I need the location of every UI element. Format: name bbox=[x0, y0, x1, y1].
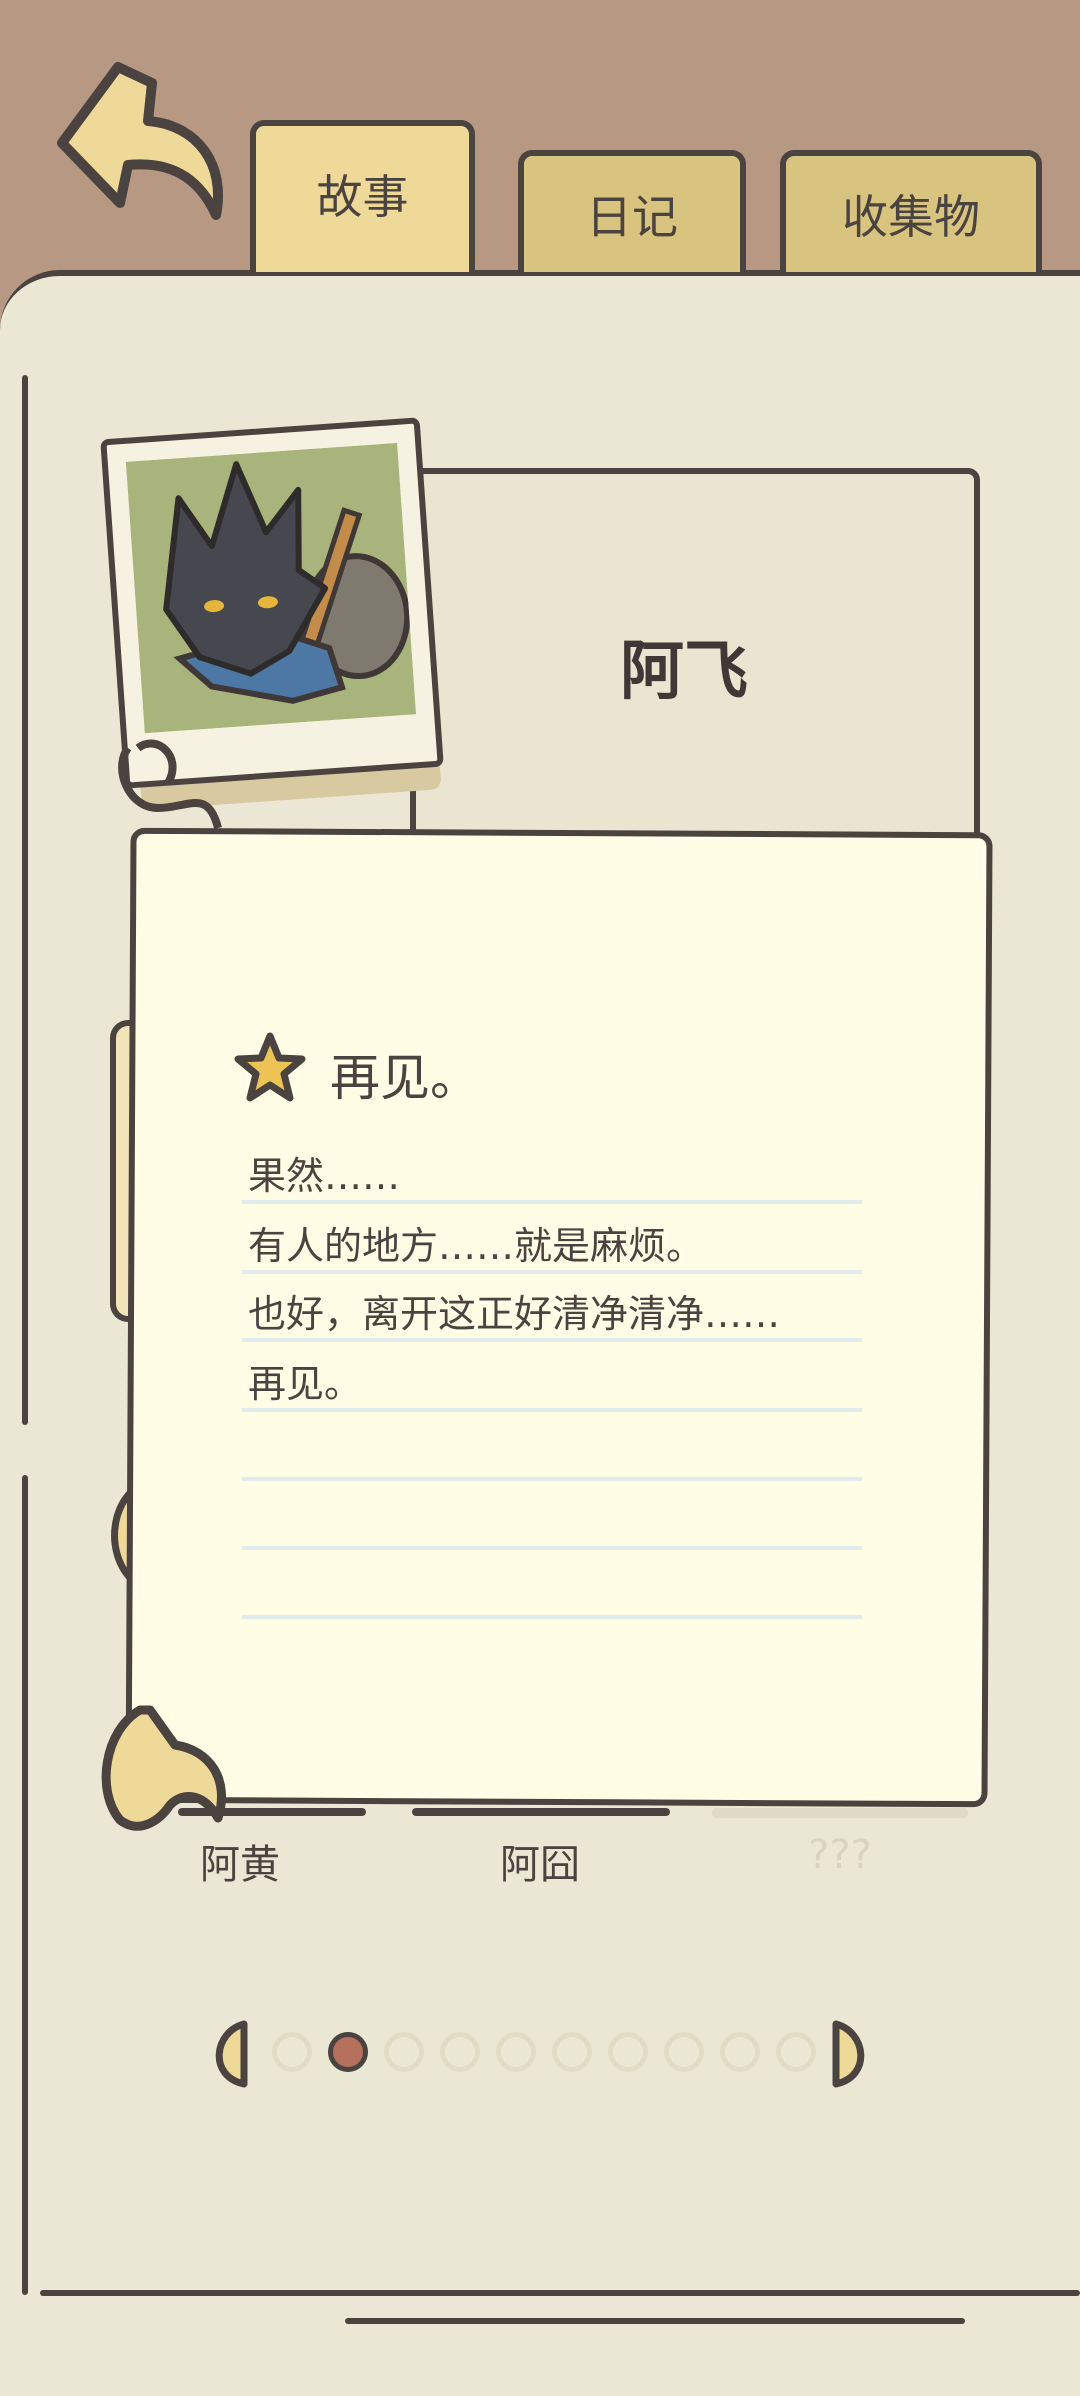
note-ruled-line bbox=[242, 1200, 862, 1204]
note-ruled-line bbox=[242, 1477, 862, 1481]
tab-collection-label: 收集物 bbox=[842, 190, 980, 244]
tab-diary[interactable]: 日记 bbox=[518, 150, 746, 272]
page-dot[interactable] bbox=[272, 2032, 312, 2072]
paperclip-icon bbox=[118, 739, 222, 830]
note-line: 果然…… bbox=[248, 1154, 401, 1198]
character-card-label[interactable]: 阿黄 bbox=[140, 1832, 340, 1890]
page-dot-active[interactable] bbox=[328, 2032, 368, 2072]
note-ruled-line bbox=[242, 1270, 862, 1274]
character-card-edge-locked bbox=[712, 1808, 968, 1818]
book-spine bbox=[22, 375, 28, 1425]
note-title: 再见。 bbox=[330, 1049, 480, 1107]
character-card-label[interactable]: 阿囧 bbox=[440, 1832, 640, 1890]
character-portrait-icon bbox=[125, 442, 417, 734]
page-dot[interactable] bbox=[440, 2032, 480, 2072]
note-ruled-line bbox=[242, 1338, 862, 1342]
prev-page-icon[interactable] bbox=[204, 2018, 250, 2090]
page-dot[interactable] bbox=[664, 2032, 704, 2072]
page-dot[interactable] bbox=[496, 2032, 536, 2072]
note-line: 再见。 bbox=[248, 1362, 363, 1406]
book-bottom-edge bbox=[40, 2290, 1080, 2296]
character-card-edge bbox=[412, 1808, 670, 1816]
note-ruled-line bbox=[242, 1615, 862, 1619]
book-bottom-edge-inner bbox=[345, 2318, 965, 2324]
tab-story[interactable]: 故事 bbox=[250, 120, 475, 272]
tab-collection[interactable]: 收集物 bbox=[780, 150, 1042, 272]
note-ruled-line bbox=[242, 1408, 862, 1412]
page-dot[interactable] bbox=[552, 2032, 592, 2072]
book-spine-lower bbox=[22, 1475, 28, 2295]
star-icon bbox=[234, 1032, 306, 1102]
page-indicator bbox=[272, 2032, 816, 2072]
character-card-edge bbox=[178, 1808, 366, 1816]
character-card-label-locked: ??? bbox=[808, 1832, 872, 1878]
page-dot[interactable] bbox=[608, 2032, 648, 2072]
tab-diary-label: 日记 bbox=[586, 190, 678, 244]
next-page-icon[interactable] bbox=[830, 2018, 876, 2090]
page-dot[interactable] bbox=[384, 2032, 424, 2072]
page-dot[interactable] bbox=[776, 2032, 816, 2072]
note-line: 有人的地方……就是麻烦。 bbox=[248, 1224, 705, 1268]
shell-decoration-icon bbox=[101, 1705, 226, 1831]
note-line: 也好，离开这正好清净清净…… bbox=[248, 1292, 781, 1336]
page-dot[interactable] bbox=[720, 2032, 760, 2072]
back-arrow-icon[interactable] bbox=[48, 55, 238, 225]
character-name: 阿飞 bbox=[620, 635, 748, 709]
note-ruled-line bbox=[242, 1546, 862, 1550]
tab-story-label: 故事 bbox=[316, 170, 409, 224]
